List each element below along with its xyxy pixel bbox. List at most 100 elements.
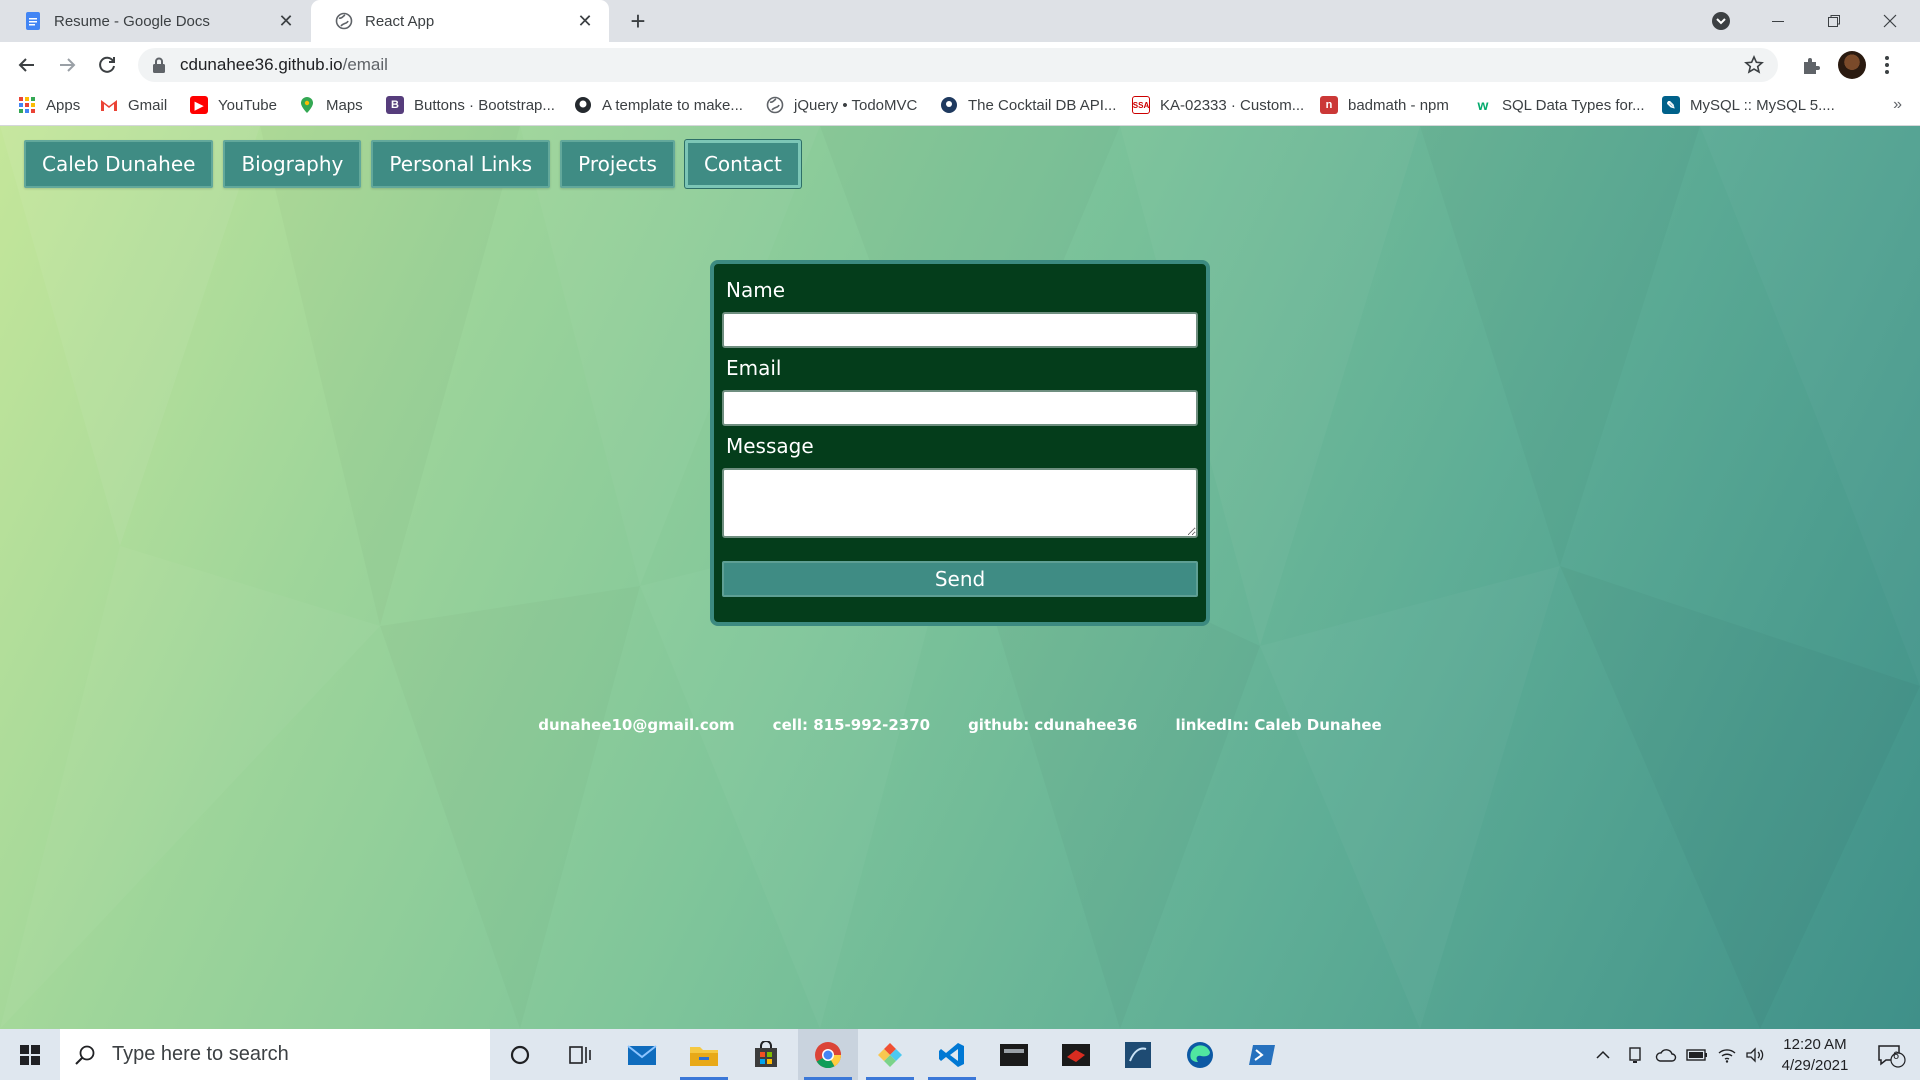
close-tab-icon[interactable]: ✕ — [575, 11, 595, 31]
cortana-button[interactable] — [490, 1029, 550, 1080]
edge-icon — [1187, 1041, 1213, 1068]
edge-app[interactable] — [1170, 1029, 1230, 1080]
redis-app[interactable] — [1046, 1029, 1106, 1080]
bookmark-label: Buttons · Bootstrap... — [414, 96, 555, 114]
name-input[interactable] — [722, 312, 1198, 348]
close-window-button[interactable] — [1862, 0, 1918, 42]
bookmark-label: Apps — [46, 96, 81, 114]
nav-biography-button[interactable]: Biography — [223, 140, 362, 188]
profile-avatar[interactable] — [1838, 51, 1866, 79]
send-button[interactable]: Send — [722, 561, 1198, 597]
tray-volume-button[interactable] — [1742, 1029, 1768, 1080]
notification-count: 6 — [1893, 1050, 1900, 1062]
name-label: Name — [726, 278, 786, 302]
url-host: cdunahee36.github.io — [180, 55, 343, 74]
task-view-button[interactable] — [550, 1029, 610, 1080]
contact-linkedin: linkedIn: Caleb Dunahee — [1175, 716, 1382, 734]
nav-projects-button[interactable]: Projects — [560, 140, 675, 188]
new-tab-button[interactable]: + — [624, 6, 652, 36]
bookmark-mysql[interactable]: ✎ MySQL :: MySQL 5.... — [1662, 88, 1835, 122]
bookmark-ka-02333[interactable]: SSA KA-02333 · Custom... — [1132, 88, 1304, 122]
more-menu-icon[interactable] — [1884, 55, 1890, 75]
tray-device-icon-button[interactable] — [1622, 1029, 1648, 1080]
close-icon — [1883, 14, 1897, 28]
restore-icon — [1828, 15, 1840, 27]
bookmark-badmath-npm[interactable]: n badmath - npm — [1320, 88, 1449, 122]
github-icon — [575, 97, 591, 113]
file-explorer-app[interactable] — [674, 1029, 734, 1080]
tray-wifi-button[interactable] — [1714, 1029, 1740, 1080]
bookmark-youtube[interactable]: ▶ YouTube — [190, 88, 277, 122]
git-kraken-app[interactable] — [860, 1029, 920, 1080]
nav-contact-button[interactable]: Contact — [684, 140, 801, 188]
file-explorer-icon — [690, 1046, 718, 1066]
more-bookmarks-chevron-icon[interactable]: » — [1893, 96, 1902, 114]
npm-icon: n — [1320, 96, 1338, 114]
taskbar-search[interactable]: Type here to search — [60, 1029, 490, 1080]
ssa-icon: SSA — [1132, 96, 1150, 114]
message-textarea[interactable] — [722, 468, 1198, 538]
email-input[interactable] — [722, 390, 1198, 426]
action-center-button[interactable]: 6 — [1868, 1029, 1914, 1080]
back-button[interactable] — [12, 50, 42, 80]
powershell-app[interactable] — [1232, 1029, 1292, 1080]
tab-strip: Resume - Google Docs ✕ React App ✕ + — [0, 0, 1920, 42]
start-button[interactable] — [0, 1029, 60, 1080]
bookmark-gmail[interactable]: Gmail — [100, 88, 167, 122]
cocktaildb-icon — [941, 97, 957, 113]
redis-icon — [1062, 1043, 1090, 1066]
message-label: Message — [726, 434, 814, 458]
battery-icon — [1686, 1048, 1707, 1061]
mysql-shell-icon — [1125, 1041, 1151, 1068]
bookmark-bootstrap[interactable]: B Buttons · Bootstrap... — [386, 88, 555, 122]
windows-taskbar: Type here to search 12:20 AM 4/29/2021 6 — [0, 1029, 1920, 1080]
tab-search-icon[interactable] — [1710, 10, 1732, 32]
tray-battery-button[interactable] — [1684, 1029, 1710, 1080]
browser-toolbar: cdunahee36.github.io/email — [0, 42, 1920, 88]
mysql-workbench-app[interactable] — [984, 1029, 1044, 1080]
minimize-button[interactable] — [1750, 0, 1806, 42]
tray-onedrive-button[interactable] — [1652, 1029, 1680, 1080]
restore-button[interactable] — [1806, 0, 1862, 42]
taskbar-clock[interactable]: 12:20 AM 4/29/2021 — [1770, 1034, 1860, 1076]
contact-form: Name Email Message Send — [710, 260, 1210, 626]
youtube-icon: ▶ — [190, 96, 208, 114]
mail-icon — [627, 1044, 657, 1065]
bookmark-sql-data-types[interactable]: w SQL Data Types for... — [1474, 88, 1645, 122]
mysql-shell-app[interactable] — [1108, 1029, 1168, 1080]
bookmark-jquery-todomvc[interactable]: jQuery • TodoMVC — [766, 88, 917, 122]
bookmark-label: Gmail — [128, 96, 168, 114]
contact-info-row: dunahee10@gmail.com cell: 815-992-2370 g… — [0, 716, 1920, 734]
mail-app[interactable] — [612, 1029, 672, 1080]
show-hidden-icons-button[interactable] — [1590, 1029, 1616, 1080]
nav-personal-links-button[interactable]: Personal Links — [371, 140, 551, 188]
back-arrow-icon — [18, 58, 34, 72]
vscode-app[interactable] — [922, 1029, 982, 1080]
chrome-app[interactable] — [798, 1029, 858, 1080]
globe-icon — [766, 96, 784, 114]
bookmark-star-icon[interactable] — [1744, 55, 1764, 75]
address-bar[interactable]: cdunahee36.github.io/email — [138, 48, 1778, 82]
forward-button[interactable] — [52, 50, 82, 80]
windows-logo-icon — [20, 1044, 40, 1065]
tab-react-app[interactable]: React App ✕ — [311, 0, 609, 42]
chrome-icon — [815, 1041, 842, 1068]
reload-button[interactable] — [92, 50, 122, 80]
wifi-icon — [1718, 1048, 1736, 1063]
bookmark-github-template[interactable]: A template to make... — [574, 88, 743, 122]
bookmark-apps[interactable]: Apps — [18, 88, 80, 122]
store-app[interactable] — [736, 1029, 796, 1080]
taskbar-search-placeholder: Type here to search — [112, 1043, 289, 1065]
bookmarks-bar: Apps Gmail ▶ YouTube Maps B Buttons · Bo… — [0, 88, 1920, 126]
bookmark-maps[interactable]: Maps — [298, 88, 363, 122]
close-tab-icon[interactable]: ✕ — [276, 11, 296, 31]
tab-resume-google-docs[interactable]: Resume - Google Docs ✕ — [0, 0, 310, 42]
bookmark-label: MySQL :: MySQL 5.... — [1690, 96, 1835, 114]
bookmark-cocktail-db[interactable]: The Cocktail DB API... — [940, 88, 1116, 122]
contact-cell: cell: 815-992-2370 — [772, 716, 931, 734]
nav-caleb-dunahee-button[interactable]: Caleb Dunahee — [24, 140, 214, 188]
clock-date: 4/29/2021 — [1781, 1057, 1849, 1074]
extensions-puzzle-icon[interactable] — [1800, 54, 1822, 76]
minimize-icon — [1772, 21, 1784, 22]
lock-icon — [153, 57, 165, 73]
